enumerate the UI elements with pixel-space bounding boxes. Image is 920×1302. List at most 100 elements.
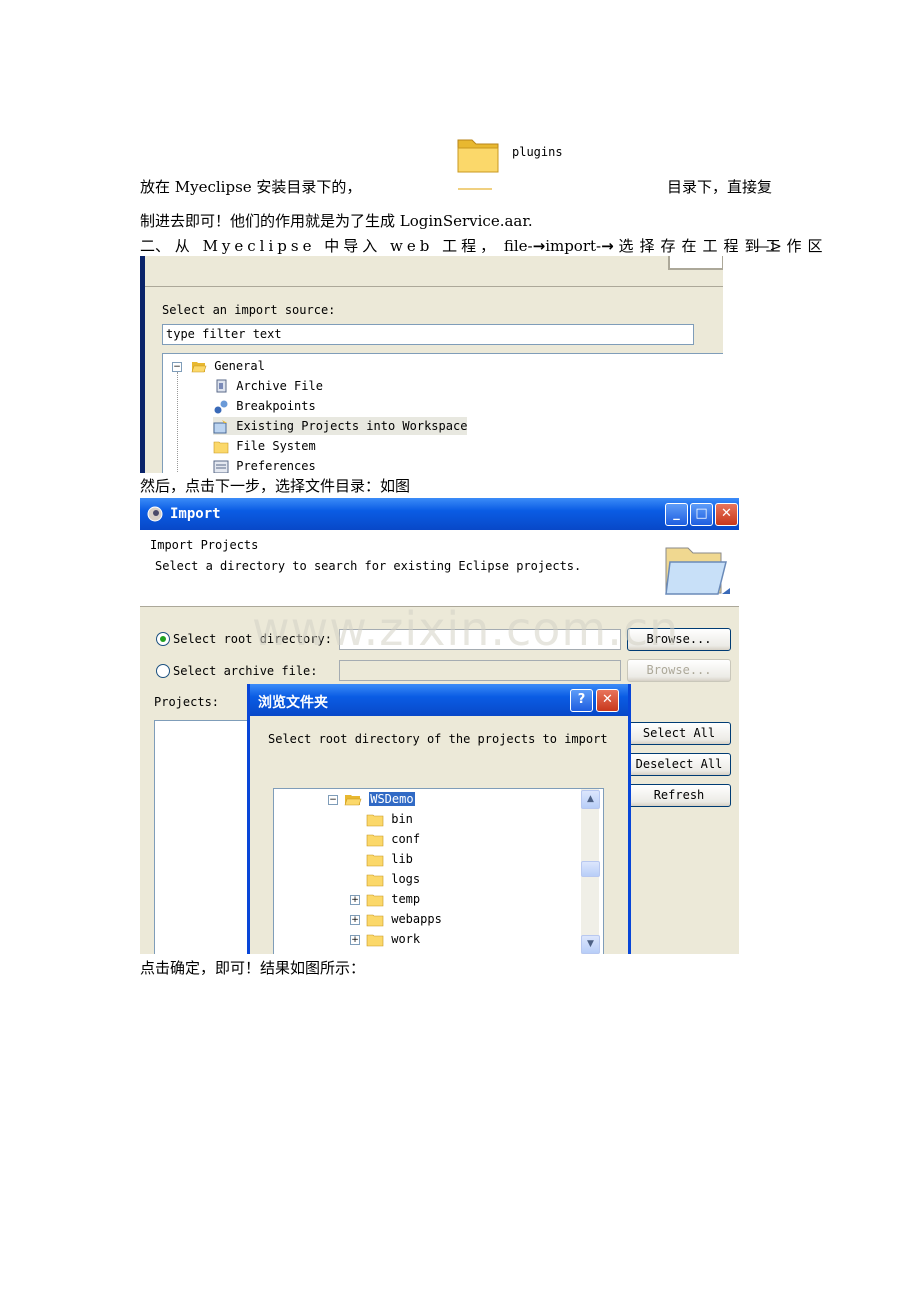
tree-item-label: logs bbox=[391, 872, 421, 886]
tree-item-logs[interactable]: logs bbox=[366, 870, 420, 888]
window-edge bbox=[140, 256, 145, 473]
archive-file-input[interactable] bbox=[339, 660, 621, 681]
browse-folder-dialog: 浏览文件夹 ? ✕ Select root directory of the p… bbox=[247, 684, 631, 954]
paragraph-2: 制进去即可！他们的作用就是为了生成 LoginService.aar. bbox=[140, 212, 533, 230]
folder-icon bbox=[457, 139, 499, 173]
archive-icon bbox=[216, 379, 227, 392]
paragraph-3: 二、 从 Myeclipse 中导入 web 工程， file-→import-… bbox=[140, 236, 822, 256]
tree-item-label: WSDemo bbox=[369, 792, 415, 806]
tree-item-temp[interactable]: temp bbox=[366, 890, 420, 908]
expand-toggle[interactable]: + bbox=[350, 915, 360, 925]
breakpoints-icon bbox=[214, 400, 228, 413]
collapse-toggle[interactable]: − bbox=[328, 795, 338, 805]
import-projects-screenshot: Import _ □ ✕ Import Projects Select a di… bbox=[140, 498, 739, 954]
para3-text-a: 从 Myeclipse 中导入 web 工程， bbox=[174, 237, 500, 255]
tree-item-label: File System bbox=[236, 439, 316, 453]
folder-icon bbox=[213, 441, 229, 453]
para3-text-b: 选择存在工程到工作区 bbox=[618, 237, 829, 255]
select-source-label: Select an import source: bbox=[162, 303, 336, 317]
folder-open-icon bbox=[344, 794, 362, 805]
tree-item-label: General bbox=[214, 359, 265, 373]
source-tree[interactable]: − General Archive File Breakpoints Exist… bbox=[162, 353, 723, 473]
scroll-down-icon[interactable]: ▼ bbox=[581, 935, 600, 954]
tree-item-label: Existing Projects into Workspace bbox=[236, 419, 468, 433]
plugins-folder[interactable]: plugins bbox=[455, 130, 575, 192]
projects-label: Projects: bbox=[154, 695, 220, 709]
tree-item-conf[interactable]: conf bbox=[366, 830, 420, 848]
paragraph-1-right: 目录下，直接复 bbox=[667, 178, 773, 196]
radio-archive-label: Select archive file: bbox=[173, 664, 318, 678]
deselect-all-button[interactable]: Deselect All bbox=[627, 753, 731, 776]
collapse-toggle[interactable]: − bbox=[172, 362, 182, 372]
tree-item-archive-file[interactable]: Archive File bbox=[213, 377, 323, 395]
import-source-screenshot: Select an import source: type filter tex… bbox=[140, 256, 723, 473]
dialog-close-button[interactable]: ✕ bbox=[596, 689, 619, 712]
project-import-icon bbox=[213, 419, 227, 433]
minimize-button[interactable]: _ bbox=[665, 503, 688, 526]
tree-item-label: temp bbox=[391, 892, 421, 906]
scroll-thumb[interactable] bbox=[581, 861, 600, 877]
refresh-button[interactable]: Refresh bbox=[627, 784, 731, 807]
header-title: Import Projects bbox=[150, 538, 259, 552]
expand-toggle[interactable]: + bbox=[350, 935, 360, 945]
folder-icon bbox=[366, 894, 384, 906]
paragraph-4: 然后，点击下一步，选择文件目录：如图 bbox=[140, 477, 411, 495]
tree-item-file-system[interactable]: File System bbox=[213, 437, 316, 455]
import-titlebar[interactable]: Import _ □ ✕ bbox=[140, 498, 739, 530]
select-all-button[interactable]: Select All bbox=[627, 722, 731, 745]
folder-open-icon bbox=[191, 361, 207, 372]
tree-item-general[interactable]: General bbox=[191, 357, 265, 375]
folder-tree[interactable]: − WSDemo bin conf lib logs + temp + weba… bbox=[273, 788, 604, 954]
tree-item-label: conf bbox=[391, 832, 421, 846]
tree-item-bin[interactable]: bin bbox=[366, 810, 413, 828]
paragraph-1-left: 放在 Myeclipse 安装目录下的， bbox=[140, 178, 362, 196]
tree-item-label: bin bbox=[391, 812, 413, 826]
tree-item-label: Preferences bbox=[236, 459, 316, 473]
tree-item-label: webapps bbox=[391, 912, 442, 926]
scroll-up-icon[interactable]: ▲ bbox=[581, 790, 600, 809]
eclipse-icon bbox=[147, 506, 163, 522]
tree-item-work[interactable]: work bbox=[366, 930, 420, 948]
tree-item-existing-projects[interactable]: Existing Projects into Workspace bbox=[213, 417, 468, 435]
expand-toggle[interactable]: + bbox=[350, 895, 360, 905]
tree-item-wsdemo[interactable]: WSDemo bbox=[344, 790, 415, 808]
para3-arrow-end: —> bbox=[754, 237, 782, 255]
filter-input-value: type filter text bbox=[166, 327, 282, 341]
watermark: www.zixin.com.cn bbox=[252, 602, 680, 656]
folder-icon bbox=[366, 874, 384, 886]
folder-open-icon bbox=[665, 547, 730, 595]
tree-item-webapps[interactable]: webapps bbox=[366, 910, 442, 928]
folder-icon bbox=[366, 814, 384, 826]
folder-icon bbox=[366, 834, 384, 846]
tree-item-label: work bbox=[391, 932, 421, 946]
top-frame bbox=[668, 256, 723, 270]
help-button[interactable]: ? bbox=[570, 689, 593, 712]
wizard-header: Import Projects Select a directory to se… bbox=[140, 530, 739, 607]
folder-icon bbox=[366, 914, 384, 926]
radio-archive-file[interactable] bbox=[156, 664, 170, 678]
preferences-icon bbox=[213, 460, 229, 473]
dialog-prompt: Select root directory of the projects to… bbox=[268, 732, 608, 746]
para3-file: file- bbox=[503, 237, 533, 255]
plugins-label: plugins bbox=[512, 145, 563, 159]
projects-list[interactable] bbox=[154, 720, 250, 954]
close-button[interactable]: ✕ bbox=[715, 503, 738, 526]
dialog-titlebar[interactable]: 浏览文件夹 ? ✕ bbox=[250, 684, 628, 716]
import-title: Import bbox=[170, 506, 221, 522]
tree-item-preferences[interactable]: Preferences bbox=[213, 457, 316, 473]
browse-archive-button[interactable]: Browse... bbox=[627, 659, 731, 682]
underline-decor bbox=[458, 188, 492, 190]
tree-item-breakpoints[interactable]: Breakpoints bbox=[213, 397, 316, 415]
folder-tree-scrollbar[interactable]: ▲ ▼ bbox=[581, 789, 600, 954]
maximize-button[interactable]: □ bbox=[690, 503, 713, 526]
paragraph-5: 点击确定，即可！结果如图所示： bbox=[140, 959, 366, 977]
arrow-right-icon: → bbox=[532, 237, 546, 255]
tree-guide-line bbox=[177, 372, 179, 472]
radio-root-directory[interactable] bbox=[156, 632, 170, 646]
separator bbox=[145, 286, 723, 287]
tree-item-label: Archive File bbox=[236, 379, 323, 393]
header-description: Select a directory to search for existin… bbox=[155, 559, 582, 573]
filter-input[interactable]: type filter text bbox=[162, 324, 694, 345]
tree-item-lib[interactable]: lib bbox=[366, 850, 413, 868]
folder-icon bbox=[366, 934, 384, 946]
